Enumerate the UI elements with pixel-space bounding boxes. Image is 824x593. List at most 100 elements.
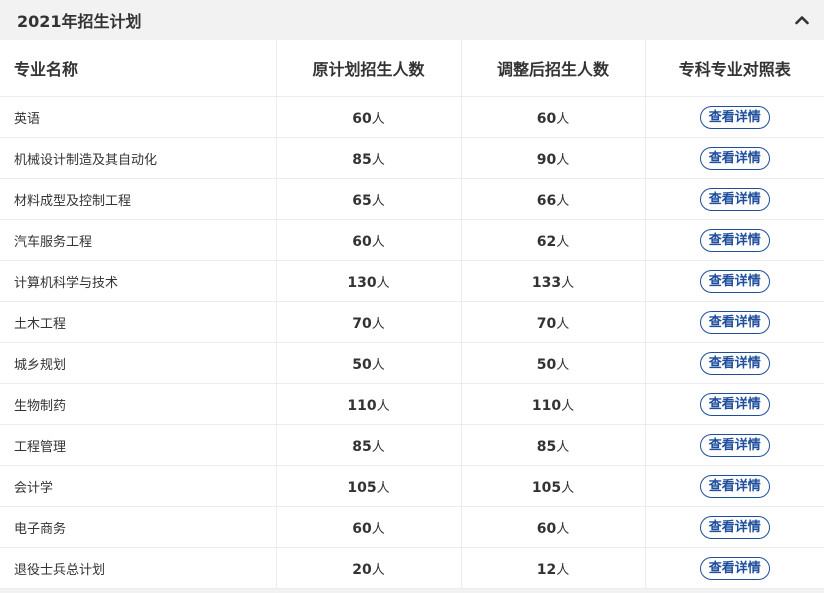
action-cell: 查看详情 [645,260,824,302]
chevron-up-icon[interactable] [794,12,810,28]
adjusted-count-cell: 133人 [461,260,646,302]
panel-header[interactable]: 2021年招生计划 [0,0,824,40]
adjusted-count-cell: 85人 [461,424,646,466]
planned-count-cell: 60人 [276,219,462,261]
header-comparison-table: 专科专业对照表 [645,40,824,97]
unit-label: 人 [371,152,385,168]
unit-label: 人 [561,398,575,414]
action-cell: 查看详情 [645,178,824,220]
enrollment-plan-panel: 2021年招生计划 专业名称 原计划招生人数 调整后招生人数 专科专业对照表 英… [0,0,824,593]
major-name: 退役士兵总计划 [14,562,106,578]
view-details-button[interactable]: 查看详情 [699,433,770,457]
unit-label: 人 [561,480,575,496]
major-name-cell: 退役士兵总计划 [0,547,277,589]
action-cell: 查看详情 [645,465,824,507]
view-details-button[interactable]: 查看详情 [699,228,770,252]
table-row: 英语 60人 60人 查看详情 [0,96,824,138]
adjusted-count-cell: 66人 [461,178,646,220]
planned-count: 20 [352,561,372,578]
action-cell: 查看详情 [645,547,824,589]
adjusted-count: 62 [536,233,557,250]
adjusted-count: 105 [531,479,562,496]
planned-count: 110 [347,397,377,414]
adjusted-count: 70 [536,315,557,332]
unit-label: 人 [371,521,385,537]
planned-count: 60 [352,110,372,127]
adjusted-count: 85 [536,438,557,455]
table-header-row: 专业名称 原计划招生人数 调整后招生人数 专科专业对照表 [0,40,824,97]
adjusted-count-cell: 70人 [461,301,646,343]
table-row: 会计学 105人 105人 查看详情 [0,465,824,507]
table-row: 城乡规划 50人 50人 查看详情 [0,342,824,384]
unit-label: 人 [371,234,385,250]
major-name-cell: 机械设计制造及其自动化 [0,137,277,179]
table-row: 工程管理 85人 85人 查看详情 [0,424,824,466]
view-details-button[interactable]: 查看详情 [699,392,770,416]
unit-label: 人 [371,357,385,373]
adjusted-count: 90 [536,151,557,168]
major-name: 机械设计制造及其自动化 [14,152,158,168]
major-name-cell: 电子商务 [0,506,277,548]
unit-label: 人 [556,111,570,127]
unit-label: 人 [371,439,385,455]
planned-count: 60 [352,520,372,537]
view-details-button[interactable]: 查看详情 [699,269,770,293]
table-body: 英语 60人 60人 查看详情 机械设计制造及其自动化 85人 90人 查看详情 材料成型及控制… [0,96,824,589]
planned-count: 130 [347,274,377,291]
unit-label: 人 [561,275,575,291]
planned-count-cell: 70人 [276,301,462,343]
planned-count: 70 [352,315,372,332]
planned-count: 85 [352,151,372,168]
planned-count: 50 [352,356,372,373]
unit-label: 人 [556,562,570,578]
adjusted-count: 60 [536,520,557,537]
major-name-cell: 会计学 [0,465,277,507]
major-name: 工程管理 [14,439,67,455]
planned-count: 65 [352,192,372,209]
adjusted-count: 12 [536,561,557,578]
panel-title: 2021年招生计划 [17,12,142,31]
view-details-button[interactable]: 查看详情 [699,351,770,375]
table-row: 汽车服务工程 60人 62人 查看详情 [0,219,824,261]
unit-label: 人 [376,398,390,414]
header-adjusted-count: 调整后招生人数 [461,40,646,97]
major-name: 生物制药 [14,398,67,414]
major-name-cell: 汽车服务工程 [0,219,277,261]
table-row: 生物制药 110人 110人 查看详情 [0,383,824,425]
major-name-cell: 城乡规划 [0,342,277,384]
major-name-cell: 生物制药 [0,383,277,425]
table-row: 机械设计制造及其自动化 85人 90人 查看详情 [0,137,824,179]
chevron-up-icon-svg [795,16,809,25]
adjusted-count-cell: 60人 [461,506,646,548]
adjusted-count: 60 [536,110,557,127]
planned-count-cell: 60人 [276,506,462,548]
adjusted-count-cell: 110人 [461,383,646,425]
view-details-button[interactable]: 查看详情 [699,515,770,539]
action-cell: 查看详情 [645,424,824,466]
view-details-button[interactable]: 查看详情 [699,187,770,211]
unit-label: 人 [371,562,385,578]
action-cell: 查看详情 [645,219,824,261]
view-details-button[interactable]: 查看详情 [699,146,770,170]
planned-count: 105 [347,479,377,496]
table-row: 计算机科学与技术 130人 133人 查看详情 [0,260,824,302]
adjusted-count: 50 [536,356,557,373]
planned-count-cell: 85人 [276,424,462,466]
view-details-button[interactable]: 查看详情 [699,474,770,498]
view-details-button[interactable]: 查看详情 [699,105,770,129]
adjusted-count-cell: 12人 [461,547,646,589]
unit-label: 人 [556,316,570,332]
table-row: 退役士兵总计划 20人 12人 查看详情 [0,547,824,589]
table-row: 材料成型及控制工程 65人 66人 查看详情 [0,178,824,220]
table-row: 土木工程 70人 70人 查看详情 [0,301,824,343]
view-details-button[interactable]: 查看详情 [699,556,770,580]
view-details-button[interactable]: 查看详情 [699,310,770,334]
unit-label: 人 [556,521,570,537]
planned-count-cell: 20人 [276,547,462,589]
adjusted-count-cell: 62人 [461,219,646,261]
action-cell: 查看详情 [645,137,824,179]
adjusted-count-cell: 90人 [461,137,646,179]
adjusted-count: 110 [531,397,562,414]
unit-label: 人 [556,193,570,209]
planned-count-cell: 50人 [276,342,462,384]
